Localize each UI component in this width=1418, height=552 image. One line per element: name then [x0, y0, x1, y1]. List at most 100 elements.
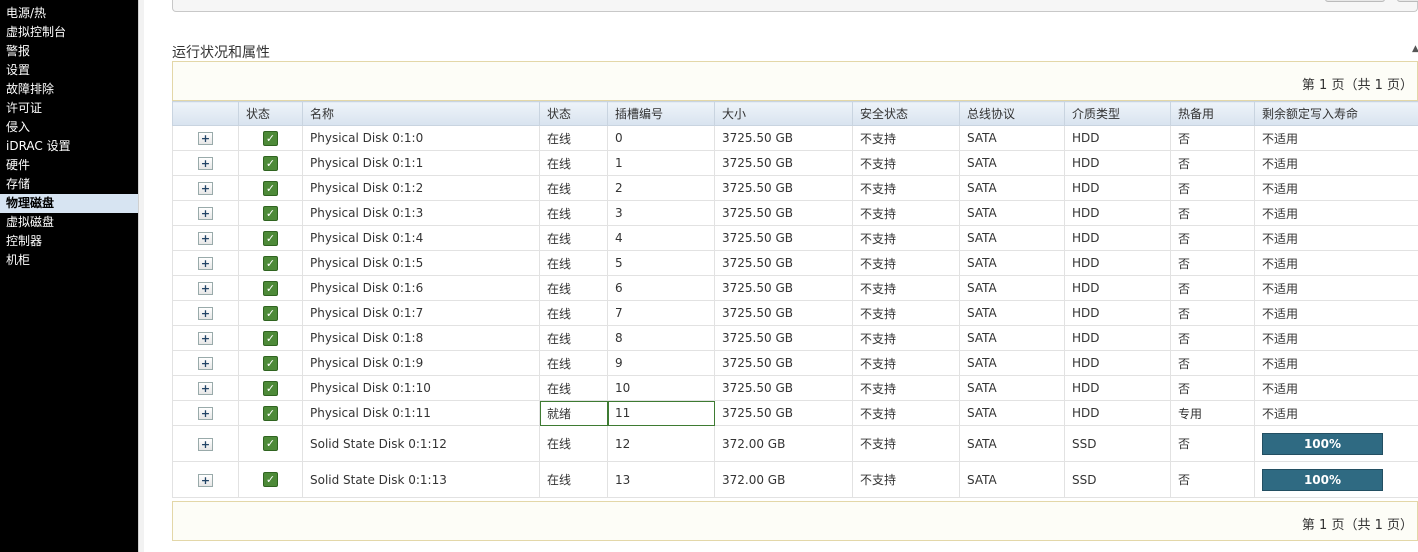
- sidebar-item[interactable]: 机柜: [0, 251, 138, 270]
- plus-expand-icon[interactable]: +: [198, 232, 213, 245]
- cell-media: HDD: [1064, 150, 1171, 176]
- cell-state: 在线: [539, 375, 608, 401]
- status-cell: ✓: [238, 400, 303, 426]
- status-cell: ✓: [238, 425, 303, 462]
- table-row[interactable]: + ✓ Physical Disk 0:1:11 就绪 11 3725.50 GB 不支持 S…: [172, 400, 1418, 426]
- table-row[interactable]: + ✓ Physical Disk 0:1:6 在线 6 3725.50 GB 不支持 SAT…: [172, 275, 1418, 301]
- table-row[interactable]: + ✓ Solid State Disk 0:1:12 在线 12 372.00 GB 不支…: [172, 425, 1418, 462]
- header-state[interactable]: 状态: [539, 101, 608, 126]
- header-slot[interactable]: 插槽编号: [607, 101, 715, 126]
- sidebar-item[interactable]: 存储: [0, 175, 138, 194]
- cell-state: 在线: [539, 425, 608, 462]
- sidebar-item[interactable]: 物理磁盘: [0, 194, 138, 213]
- cell-name: Physical Disk 0:1:8: [302, 325, 540, 351]
- cell-state: 在线: [539, 461, 608, 498]
- section-title: 运行状况和属性: [172, 45, 270, 61]
- status-cell: ✓: [238, 350, 303, 376]
- header-status[interactable]: 状态: [238, 101, 303, 126]
- cell-hotspare: 否: [1170, 225, 1255, 251]
- cell-security: 不支持: [852, 200, 960, 226]
- header-life[interactable]: 剩余额定写入寿命: [1254, 101, 1418, 126]
- sidebar-item[interactable]: 电源/热: [0, 4, 138, 23]
- sidebar-item[interactable]: 虚拟磁盘: [0, 213, 138, 232]
- plus-expand-icon[interactable]: +: [198, 207, 213, 220]
- top-button-1[interactable]: [1325, 0, 1385, 2]
- cell-slot: 11: [607, 400, 715, 426]
- header-security[interactable]: 安全状态: [852, 101, 960, 126]
- expand-cell: +: [172, 275, 239, 301]
- table-row[interactable]: + ✓ Physical Disk 0:1:8 在线 8 3725.50 GB 不支持 SAT…: [172, 325, 1418, 351]
- plus-expand-icon[interactable]: +: [198, 157, 213, 170]
- table-row[interactable]: + ✓ Physical Disk 0:1:5 在线 5 3725.50 GB 不支持 SAT…: [172, 250, 1418, 276]
- sidebar-splitter[interactable]: [138, 0, 144, 552]
- expand-cell: +: [172, 350, 239, 376]
- cell-security: 不支持: [852, 425, 960, 462]
- cell-life: 不适用: [1254, 150, 1418, 176]
- cell-life: 不适用: [1254, 175, 1418, 201]
- table-row[interactable]: + ✓ Physical Disk 0:1:7 在线 7 3725.50 GB 不支持 SAT…: [172, 300, 1418, 326]
- table-row[interactable]: + ✓ Physical Disk 0:1:9 在线 9 3725.50 GB 不支持 SAT…: [172, 350, 1418, 376]
- table-row[interactable]: + ✓ Physical Disk 0:1:1 在线 1 3725.50 GB 不支持 SAT…: [172, 150, 1418, 176]
- cell-bus: SATA: [959, 225, 1065, 251]
- cell-state: 在线: [539, 275, 608, 301]
- plus-expand-icon[interactable]: +: [198, 357, 213, 370]
- table-row[interactable]: + ✓ Physical Disk 0:1:0 在线 0 3725.50 GB 不支持 SAT…: [172, 125, 1418, 151]
- collapse-icon[interactable]: ▲: [1412, 44, 1418, 54]
- header-bus[interactable]: 总线协议: [959, 101, 1065, 126]
- plus-expand-icon[interactable]: +: [198, 473, 213, 487]
- sidebar-item[interactable]: 虚拟控制台: [0, 23, 138, 42]
- expand-cell: +: [172, 400, 239, 426]
- header-hotspare[interactable]: 热备用: [1170, 101, 1255, 126]
- table-row[interactable]: + ✓ Physical Disk 0:1:2 在线 2 3725.50 GB 不支持 SAT…: [172, 175, 1418, 201]
- status-ok-check-icon: ✓: [263, 180, 278, 196]
- cell-life: 不适用: [1254, 250, 1418, 276]
- cell-size: 3725.50 GB: [714, 175, 853, 201]
- cell-life: 不适用: [1254, 125, 1418, 151]
- sidebar-item[interactable]: 设置: [0, 61, 138, 80]
- table-row[interactable]: + ✓ Solid State Disk 0:1:13 在线 13 372.00 GB 不支…: [172, 461, 1418, 498]
- header-size[interactable]: 大小: [714, 101, 853, 126]
- table-row[interactable]: + ✓ Physical Disk 0:1:4 在线 4 3725.50 GB 不支持 SAT…: [172, 225, 1418, 251]
- table-row[interactable]: + ✓ Physical Disk 0:1:10 在线 10 3725.50 GB 不支持 S…: [172, 375, 1418, 401]
- top-button-2[interactable]: [1397, 0, 1418, 2]
- expand-cell: +: [172, 225, 239, 251]
- plus-expand-icon[interactable]: +: [198, 332, 213, 345]
- cell-bus: SATA: [959, 350, 1065, 376]
- plus-expand-icon[interactable]: +: [198, 407, 213, 420]
- plus-expand-icon[interactable]: +: [198, 257, 213, 270]
- sidebar-item[interactable]: 警报: [0, 42, 138, 61]
- cell-name: Physical Disk 0:1:7: [302, 300, 540, 326]
- physical-disk-table: 状态 名称 状态 插槽编号 大小 安全状态 总线协议 介质类型 热备用 剩余额定…: [172, 101, 1418, 498]
- sidebar-item[interactable]: 侵入: [0, 118, 138, 137]
- cell-media: HDD: [1064, 225, 1171, 251]
- sidebar-item[interactable]: 控制器: [0, 232, 138, 251]
- status-ok-check-icon: ✓: [263, 380, 278, 396]
- cell-name: Physical Disk 0:1:2: [302, 175, 540, 201]
- status-cell: ✓: [238, 250, 303, 276]
- plus-expand-icon[interactable]: +: [198, 382, 213, 395]
- cell-security: 不支持: [852, 300, 960, 326]
- plus-expand-icon[interactable]: +: [198, 437, 213, 451]
- sidebar-item[interactable]: 许可证: [0, 99, 138, 118]
- header-media[interactable]: 介质类型: [1064, 101, 1171, 126]
- cell-size: 3725.50 GB: [714, 400, 853, 426]
- sidebar-item[interactable]: iDRAC 设置: [0, 137, 138, 156]
- sidebar-item[interactable]: 故障排除: [0, 80, 138, 99]
- table-row[interactable]: + ✓ Physical Disk 0:1:3 在线 3 3725.50 GB 不支持 SAT…: [172, 200, 1418, 226]
- cell-media: HDD: [1064, 375, 1171, 401]
- plus-expand-icon[interactable]: +: [198, 307, 213, 320]
- expand-cell: +: [172, 175, 239, 201]
- cell-slot: 7: [607, 300, 715, 326]
- plus-expand-icon[interactable]: +: [198, 132, 213, 145]
- plus-expand-icon[interactable]: +: [198, 182, 213, 195]
- cell-size: 3725.50 GB: [714, 375, 853, 401]
- cell-media: HDD: [1064, 200, 1171, 226]
- expand-cell: +: [172, 325, 239, 351]
- cell-security: 不支持: [852, 125, 960, 151]
- sidebar-item[interactable]: 硬件: [0, 156, 138, 175]
- cell-life: 100%: [1254, 425, 1418, 462]
- cell-bus: SATA: [959, 425, 1065, 462]
- status-ok-check-icon: ✓: [263, 280, 278, 296]
- plus-expand-icon[interactable]: +: [198, 282, 213, 295]
- header-name[interactable]: 名称: [302, 101, 540, 126]
